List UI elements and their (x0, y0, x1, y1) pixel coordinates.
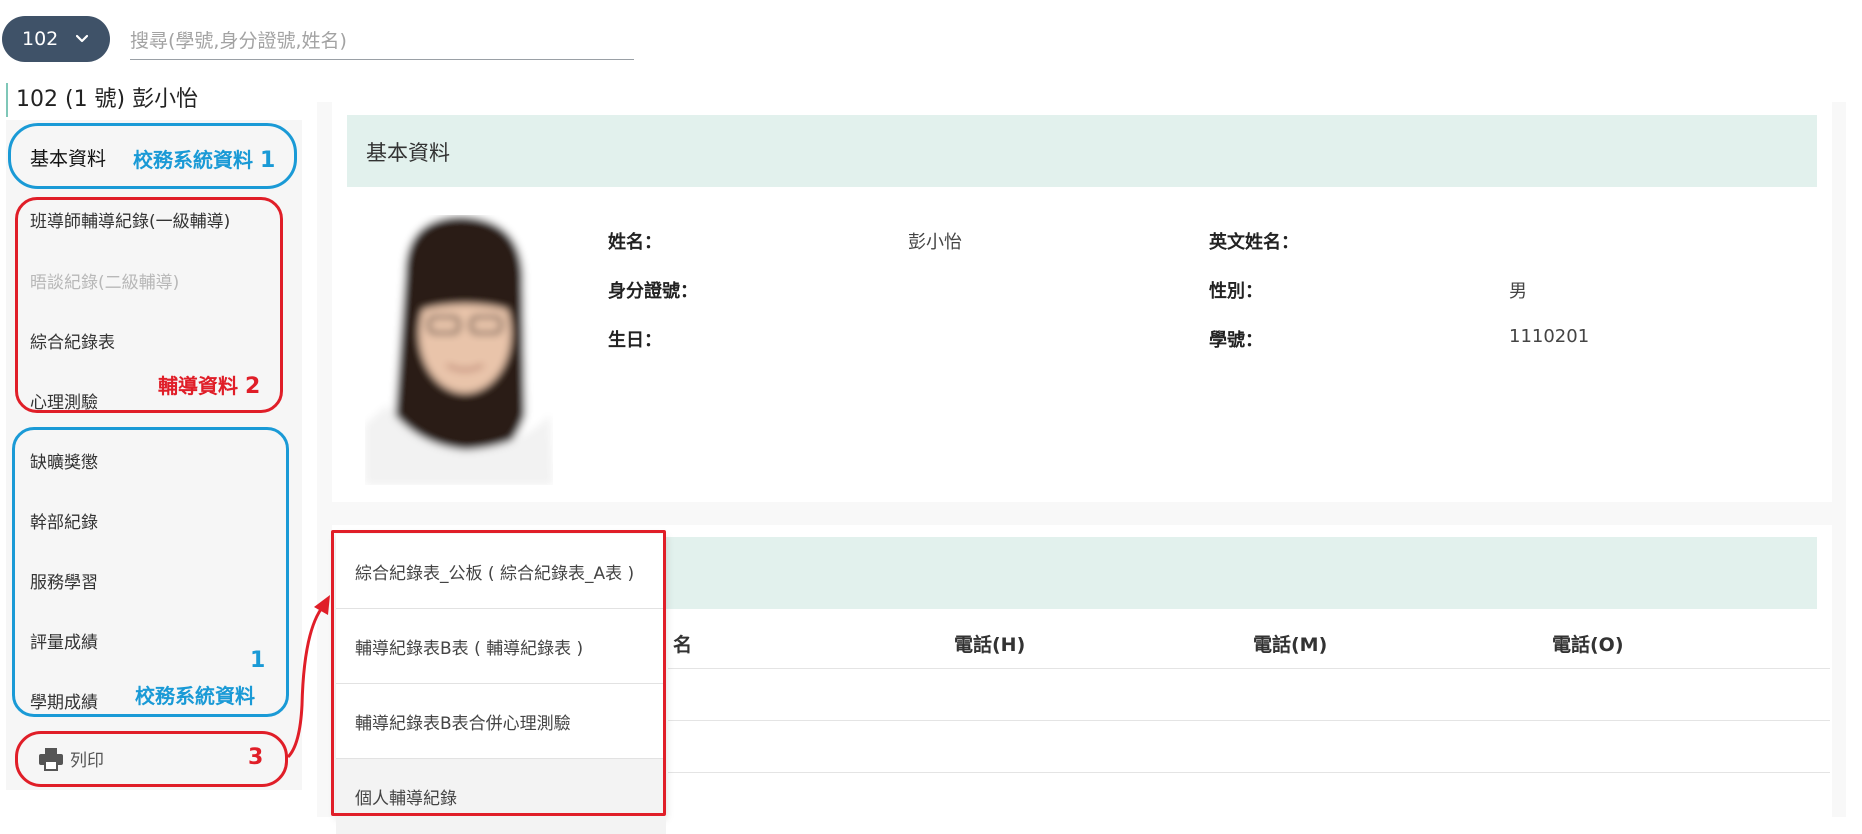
sidebar-item-attendance[interactable]: 缺曠獎懲 (30, 448, 98, 473)
sidebar-item-homeroom-guidance[interactable]: 班導師輔導紀錄(一級輔導) (30, 207, 230, 232)
table-row-divider (668, 720, 1830, 721)
printer-icon (39, 747, 63, 771)
print-menu-item[interactable]: 綜合紀錄表_公板 ( 綜合紀錄表_A表 ) (336, 534, 666, 609)
gender-label: 性別： (1209, 281, 1263, 302)
class-select[interactable]: 102 (2, 16, 110, 62)
annotation-1-text: 校務系統資料 1 (133, 144, 275, 173)
annotation-3-number: 1 (250, 648, 266, 673)
table-header-phone-office: 電話(O) (1552, 634, 1624, 656)
annotation-1-number: 1 (259, 148, 276, 173)
sidebar-item-psych-test[interactable]: 心理測驗 (30, 388, 98, 413)
name-value: 彭小怡 (908, 232, 962, 253)
table-header-name: 名 (673, 634, 693, 656)
basic-info-title: 基本資料 (366, 141, 450, 165)
student-number-label: 學號： (1209, 330, 1263, 351)
print-menu-item[interactable]: 輔導紀錄表B表合併心理測驗 (336, 684, 666, 759)
print-dropdown-menu: 綜合紀錄表_公板 ( 綜合紀錄表_A表 ) 輔導紀錄表B表 ( 輔導紀錄表 ) … (336, 534, 666, 834)
print-label: 列印 (70, 751, 104, 771)
annotation-1-label: 校務系統資料 (133, 148, 253, 172)
print-menu-item[interactable]: 個人輔導紀錄 (336, 759, 666, 834)
student-photo (365, 215, 553, 485)
sidebar-item-interview-record: 晤談紀錄(二級輔導) (30, 273, 180, 293)
annotation-arrow (286, 595, 330, 759)
annotation-3-text: 校務系統資料 (135, 684, 255, 708)
sidebar-item-comprehensive-record[interactable]: 綜合紀錄表 (30, 328, 115, 353)
top-bar: 102 (0, 0, 1862, 75)
english-name-label: 英文姓名： (1209, 232, 1299, 253)
table-header-phone-mobile: 電話(M) (1253, 634, 1328, 656)
annotation-2-text: 輔導資料 2 (158, 370, 260, 399)
annotation-4-number: 3 (248, 745, 264, 770)
annotation-2-number: 2 (244, 374, 261, 399)
student-number-value: 1110201 (1509, 326, 1590, 347)
gender-value: 男 (1509, 281, 1527, 302)
sidebar-item-cadre-record[interactable]: 幹部紀錄 (30, 508, 98, 533)
sidebar-item-semester-scores[interactable]: 學期成績 (30, 688, 98, 713)
student-title: 102 (1 號) 彭小怡 (6, 83, 198, 117)
table-row-divider (668, 772, 1830, 773)
table-row-divider (668, 668, 1830, 669)
sidebar-item-service-learning[interactable]: 服務學習 (30, 568, 98, 593)
sidebar-item-assessment-scores[interactable]: 評量成績 (30, 628, 98, 653)
print-menu-item[interactable]: 輔導紀錄表B表 ( 輔導紀錄表 ) (336, 609, 666, 684)
id-number-label: 身分證號： (608, 281, 698, 302)
birthday-label: 生日： (608, 330, 662, 351)
annotation-2-label: 輔導資料 (158, 374, 238, 398)
sidebar-item-basic-info[interactable]: 基本資料 (30, 144, 106, 171)
search-input[interactable] (130, 22, 634, 60)
table-header-phone-home: 電話(H) (954, 634, 1026, 656)
print-button[interactable]: 列印 (38, 746, 104, 771)
name-label: 姓名： (608, 232, 662, 253)
class-select-value: 102 (22, 28, 59, 50)
chevron-down-icon (76, 34, 88, 43)
basic-info-header (347, 115, 1817, 187)
